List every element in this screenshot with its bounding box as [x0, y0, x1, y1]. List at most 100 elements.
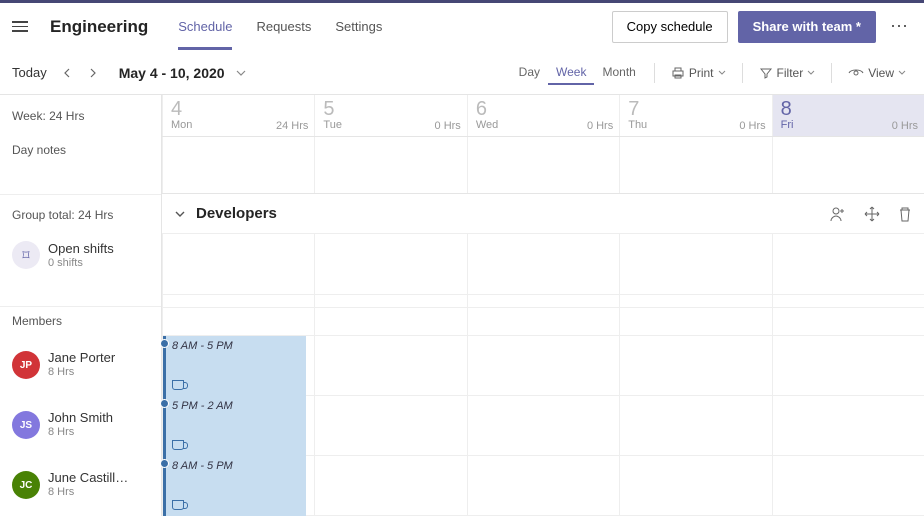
print-button[interactable]: Print	[665, 62, 732, 84]
shift-badge-icon	[160, 459, 169, 468]
cell[interactable]	[772, 295, 924, 307]
group-total-label: Group total: 24 Hrs	[0, 195, 161, 235]
view-day[interactable]: Day	[511, 61, 548, 85]
tab-settings[interactable]: Settings	[335, 3, 382, 50]
eye-icon	[848, 66, 864, 80]
shift-row: 5 PM - 2 AM	[162, 396, 924, 456]
day-hours: 0 Hrs	[435, 120, 461, 132]
member-row[interactable]: JPJane Porter8 Hrs	[0, 335, 161, 395]
hamburger-icon[interactable]	[12, 17, 32, 37]
shift-cell[interactable]	[467, 456, 619, 516]
break-icon	[172, 440, 184, 450]
shift-cell[interactable]	[772, 396, 924, 456]
top-tabs: Schedule Requests Settings	[178, 3, 382, 50]
date-range[interactable]: May 4 - 10, 2020	[119, 65, 225, 81]
cell[interactable]	[162, 137, 314, 194]
cell[interactable]	[772, 234, 924, 294]
filter-icon	[759, 66, 773, 80]
shift-row: 8 AM - 5 PM	[162, 336, 924, 396]
members-header-grid-row	[162, 308, 924, 336]
day-hours: 24 Hrs	[276, 120, 308, 132]
delete-icon[interactable]	[898, 206, 912, 222]
cell[interactable]	[162, 234, 314, 294]
day-notes-label: Day notes	[0, 137, 161, 195]
filter-button[interactable]: Filter	[753, 62, 822, 84]
cell[interactable]	[314, 137, 466, 194]
today-button[interactable]: Today	[12, 65, 47, 80]
cell[interactable]	[467, 137, 619, 194]
date-range-dropdown-icon[interactable]	[231, 63, 251, 83]
shift-cell[interactable]	[619, 336, 771, 396]
day-column-fri[interactable]: 8Fri0 Hrs	[772, 95, 924, 136]
tab-requests[interactable]: Requests	[256, 3, 311, 50]
cell[interactable]	[314, 295, 466, 307]
shift-cell[interactable]	[314, 336, 466, 396]
open-shifts-icon: ⌑	[12, 241, 40, 269]
cell[interactable]	[162, 295, 314, 307]
shift-cell[interactable]	[314, 456, 466, 516]
avatar: JS	[12, 411, 40, 439]
day-number: 4	[171, 99, 306, 119]
view-options-button[interactable]: View	[842, 62, 912, 84]
tab-schedule[interactable]: Schedule	[178, 3, 232, 50]
member-row[interactable]: JSJohn Smith8 Hrs	[0, 395, 161, 455]
cell[interactable]	[772, 137, 924, 194]
day-hours: 0 Hrs	[587, 120, 613, 132]
day-header: 4Mon24 Hrs5Tue0 Hrs6Wed0 Hrs7Thu0 Hrs8Fr…	[162, 95, 924, 137]
group-name: Developers	[196, 205, 277, 222]
break-icon	[172, 380, 184, 390]
spacer	[0, 295, 161, 307]
chevron-down-icon	[807, 69, 815, 77]
group-header: Developers	[162, 194, 924, 234]
shift-cell[interactable]	[772, 336, 924, 396]
shift-block[interactable]: 5 PM - 2 AM	[163, 396, 306, 456]
open-shifts-row[interactable]: ⌑ Open shifts 0 shifts	[0, 235, 161, 295]
shift-cell[interactable]: 5 PM - 2 AM	[162, 396, 314, 456]
shift-cell[interactable]	[619, 456, 771, 516]
chevron-down-icon	[898, 69, 906, 77]
copy-schedule-button[interactable]: Copy schedule	[612, 11, 728, 43]
shift-cell[interactable]	[772, 456, 924, 516]
share-with-team-button[interactable]: Share with team *	[738, 11, 876, 43]
day-number: 5	[323, 99, 458, 119]
shift-cell[interactable]: 8 AM - 5 PM	[162, 336, 314, 396]
shift-cell[interactable]	[467, 396, 619, 456]
shift-badge-icon	[160, 339, 169, 348]
day-notes-row	[162, 137, 924, 195]
day-hours: 0 Hrs	[739, 120, 765, 132]
day-column-mon[interactable]: 4Mon24 Hrs	[162, 95, 314, 136]
cell[interactable]	[314, 234, 466, 294]
day-number: 8	[781, 99, 916, 119]
shift-badge-icon	[160, 399, 169, 408]
open-shifts-count: 0 shifts	[48, 257, 114, 271]
spacer-row	[162, 295, 924, 308]
add-person-icon[interactable]	[830, 206, 846, 222]
move-icon[interactable]	[864, 206, 880, 222]
more-icon[interactable]: ⋯	[886, 16, 912, 37]
shift-cell[interactable]	[619, 396, 771, 456]
shift-cell[interactable]	[314, 396, 466, 456]
day-column-wed[interactable]: 6Wed0 Hrs	[467, 95, 619, 136]
cell[interactable]	[619, 295, 771, 307]
next-week-button[interactable]	[83, 63, 103, 83]
shift-cell[interactable]	[467, 336, 619, 396]
cell[interactable]	[619, 234, 771, 294]
member-row[interactable]: JCJune Castill…8 Hrs	[0, 455, 161, 515]
cell[interactable]	[467, 295, 619, 307]
divider	[654, 63, 655, 83]
cell[interactable]	[467, 234, 619, 294]
view-month[interactable]: Month	[594, 61, 643, 85]
chevron-down-icon[interactable]	[174, 208, 186, 220]
print-label: Print	[689, 66, 714, 80]
day-column-tue[interactable]: 5Tue0 Hrs	[314, 95, 466, 136]
prev-week-button[interactable]	[57, 63, 77, 83]
cell[interactable]	[619, 137, 771, 194]
view-week[interactable]: Week	[548, 61, 594, 85]
shift-cell[interactable]: 8 AM - 5 PM	[162, 456, 314, 516]
member-name: John Smith	[48, 410, 113, 426]
shift-block[interactable]: 8 AM - 5 PM	[163, 456, 306, 516]
day-column-thu[interactable]: 7Thu0 Hrs	[619, 95, 771, 136]
member-hours: 8 Hrs	[48, 366, 115, 380]
open-shifts-label: Open shifts	[48, 241, 114, 257]
shift-block[interactable]: 8 AM - 5 PM	[163, 336, 306, 396]
